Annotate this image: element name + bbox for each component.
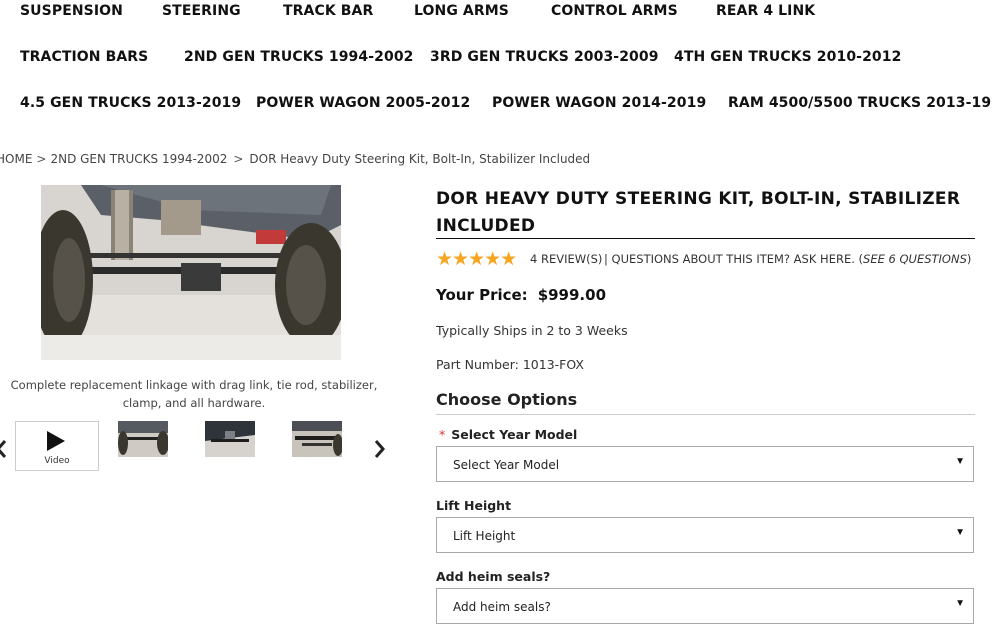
- thumbnail-3-image: [292, 421, 342, 457]
- title-divider: [436, 238, 975, 239]
- breadcrumb-separator: >: [233, 152, 244, 166]
- nav-ram-4500-5500[interactable]: RAM 4500/5500 TRUCKS 2013-19: [728, 95, 991, 111]
- nav-long-arms[interactable]: LONG ARMS: [414, 3, 509, 19]
- main-product-image[interactable]: [41, 185, 341, 360]
- video-thumbnail[interactable]: Video: [15, 421, 99, 471]
- year-model-select[interactable]: Select Year Model ▼: [436, 446, 974, 482]
- price-label: Your Price:: [436, 286, 528, 304]
- breadcrumb-current: DOR Heavy Duty Steering Kit, Bolt-In, St…: [249, 152, 591, 166]
- nav-row-3: 4.5 GEN TRUCKS 2013-2019 POWER WAGON 200…: [0, 95, 1000, 119]
- video-label: Video: [44, 456, 70, 466]
- nav-track-bar[interactable]: TRACK BAR: [283, 3, 373, 19]
- required-marker: *: [439, 427, 446, 442]
- questions-suffix: ): [966, 252, 972, 266]
- thumbnail-3[interactable]: [292, 421, 342, 457]
- nav-steering[interactable]: STEERING: [162, 3, 241, 19]
- thumbnail-1-image: [118, 421, 168, 457]
- product-title: DOR HEAVY DUTY STEERING KIT, BOLT-IN, ST…: [436, 189, 961, 236]
- caret-down-icon: ▼: [955, 527, 965, 538]
- heim-seals-selected-value: Add heim seals?: [453, 600, 551, 614]
- nav-power-wagon-2014[interactable]: POWER WAGON 2014-2019: [492, 95, 706, 111]
- thumbnail-2-image: [205, 421, 255, 457]
- breadcrumb: HOME >2ND GEN TRUCKS 1994-2002 > DOR Heavy …: [0, 152, 590, 166]
- nav-power-wagon-2005[interactable]: POWER WAGON 2005-2012: [256, 95, 470, 111]
- nav-traction-bars[interactable]: TRACTION BARS: [20, 49, 148, 65]
- shipping-info: Typically Ships in 2 to 3 Weeks: [436, 323, 628, 338]
- play-icon: [47, 431, 65, 451]
- questions-text: | QUESTIONS ABOUT THIS ITEM? ASK HERE. (…: [604, 252, 971, 266]
- lift-height-select[interactable]: Lift Height ▼: [436, 517, 974, 553]
- nav-row-1: SUSPENSION STEERING TRACK BAR LONG ARMS …: [0, 3, 1000, 27]
- thumbnail-next-button[interactable]: [373, 436, 387, 462]
- nav-4th-gen-trucks[interactable]: 4TH GEN TRUCKS 2010-2012: [674, 49, 901, 65]
- nav-rear-4-link[interactable]: REAR 4 LINK: [716, 3, 815, 19]
- see-questions-link[interactable]: SEE 6 QUESTIONS: [863, 252, 967, 266]
- heim-seals-select[interactable]: Add heim seals? ▼: [436, 588, 974, 624]
- breadcrumb-category[interactable]: 2ND GEN TRUCKS 1994-2002: [50, 152, 227, 166]
- chevron-left-icon: [0, 440, 7, 458]
- reviews-link[interactable]: 4 REVIEW(S): [530, 252, 602, 266]
- nav-control-arms[interactable]: CONTROL ARMS: [551, 3, 678, 19]
- options-divider: [436, 414, 975, 415]
- heim-seals-label: Add heim seals?: [436, 569, 551, 584]
- year-model-label: * Select Year Model: [436, 427, 577, 442]
- year-model-selected-value: Select Year Model: [453, 458, 560, 472]
- thumbnail-2[interactable]: [205, 421, 255, 457]
- caret-down-icon: ▼: [955, 598, 965, 609]
- price-row: Your Price: $999.00: [436, 286, 606, 304]
- nav-3rd-gen-trucks[interactable]: 3RD GEN TRUCKS 2003-2009: [430, 49, 659, 65]
- product-photo-illustration: [41, 185, 341, 360]
- part-number-label: Part Number:: [436, 357, 519, 372]
- chevron-right-icon: [374, 440, 385, 458]
- nav-4-5-gen-trucks[interactable]: 4.5 GEN TRUCKS 2013-2019: [20, 95, 241, 111]
- lift-height-selected-value: Lift Height: [453, 529, 516, 543]
- nav-suspension[interactable]: SUSPENSION: [20, 3, 123, 19]
- breadcrumb-separator: >: [36, 152, 47, 166]
- questions-prefix: | QUESTIONS ABOUT THIS ITEM? ASK HERE. (: [604, 252, 864, 266]
- breadcrumb-home[interactable]: HOME: [0, 152, 32, 166]
- star-rating-icon[interactable]: ★★★★★: [436, 248, 517, 270]
- nav-2nd-gen-trucks[interactable]: 2ND GEN TRUCKS 1994-2002: [184, 49, 414, 65]
- year-model-label-text: Select Year Model: [451, 427, 578, 442]
- part-number-value: 1013-FOX: [522, 357, 584, 372]
- thumbnail-prev-button[interactable]: [0, 436, 8, 462]
- part-number-row: Part Number: 1013-FOX: [436, 357, 584, 372]
- image-caption: Complete replacement linkage with drag l…: [10, 378, 378, 410]
- choose-options-heading: Choose Options: [436, 390, 578, 409]
- caret-down-icon: ▼: [955, 456, 965, 467]
- nav-row-2: TRACTION BARS 2ND GEN TRUCKS 1994-2002 3…: [0, 49, 1000, 73]
- lift-height-label: Lift Height: [436, 498, 512, 513]
- price-value: $999.00: [537, 286, 607, 304]
- thumbnail-1[interactable]: [118, 421, 168, 457]
